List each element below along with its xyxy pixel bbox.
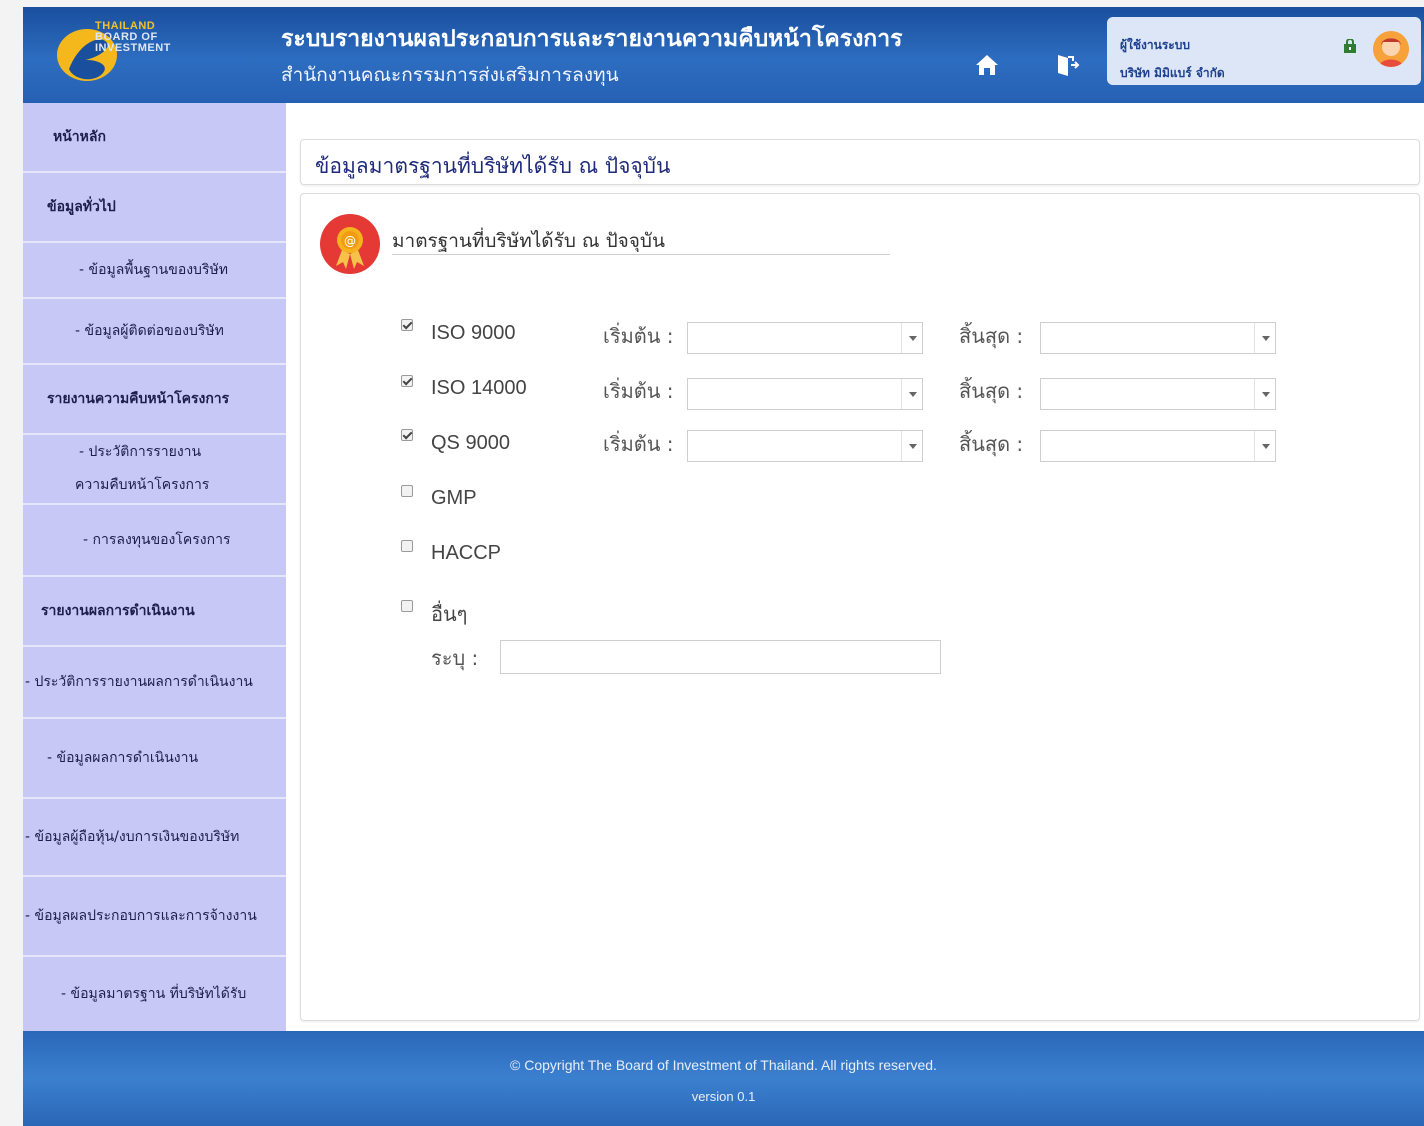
iso14000-checkbox[interactable] <box>401 375 413 387</box>
specify-input[interactable] <box>500 640 941 674</box>
sidebar-item-label: หน้าหลัก <box>53 129 106 145</box>
qs9000-end-select[interactable] <box>1040 430 1276 462</box>
section-title: มาตรฐานที่บริษัทได้รับ ณ ปัจจุบัน <box>392 230 665 252</box>
version-text: version 0.1 <box>691 1089 756 1104</box>
sidebar-item-label-line2: ความคืบหน้าโครงการ <box>75 477 210 493</box>
standards-panel: @ มาตรฐานที่บริษัทได้รับ ณ ปัจจุบัน ISO … <box>300 193 1420 1021</box>
sidebar-item-label: รายงานความคืบหน้าโครงการ <box>47 391 230 407</box>
qs9000-checkbox[interactable] <box>401 429 413 441</box>
chevron-down-icon <box>1254 379 1275 409</box>
chevron-down-icon <box>901 323 922 353</box>
sidebar-item-label: - การลงทุนของโครงการ <box>83 532 231 548</box>
sidebar-item-shareholders-financials[interactable]: - ข้อมูลผู้ถือหุ้น/งบการเงินของบริษัท <box>23 799 286 877</box>
page-title: ข้อมูลมาตรฐานที่บริษัทได้รับ ณ ปัจจุบัน <box>315 154 671 178</box>
sidebar-item-label: - ประวัติการรายงาน <box>79 444 202 460</box>
other-label: อื่นๆ <box>431 602 468 626</box>
haccp-checkbox[interactable] <box>401 540 413 552</box>
chevron-down-icon <box>901 431 922 461</box>
sidebar-item-general[interactable]: ข้อมูลทั่วไป <box>23 173 286 243</box>
other-checkbox[interactable] <box>401 600 413 612</box>
iso14000-start-select[interactable] <box>687 378 923 410</box>
sidebar-item-label: - ข้อมูลผลการดำเนินงาน <box>47 750 199 766</box>
sidebar-item-company-basic[interactable]: - ข้อมูลพื้นฐานของบริษัท <box>23 243 286 299</box>
sidebar-item-label: - ข้อมูลผู้ติดต่อของบริษัท <box>75 323 224 339</box>
qs9000-label: QS 9000 <box>431 432 510 454</box>
iso9000-start-select[interactable] <box>687 322 923 354</box>
home-icon[interactable] <box>973 51 1001 79</box>
iso14000-start-label: เริ่มต้น : <box>603 379 674 403</box>
lock-icon[interactable] <box>1343 39 1357 53</box>
sidebar-item-progress-report[interactable]: รายงานความคืบหน้าโครงการ <box>23 365 286 435</box>
sidebar-item-project-investment[interactable]: - การลงทุนของโครงการ <box>23 505 286 577</box>
logo-text: THAILAND BOARD OF INVESTMENT <box>95 21 171 54</box>
copyright-text: © Copyright The Board of Investment of T… <box>510 1057 937 1073</box>
iso9000-start-label: เริ่มต้น : <box>603 324 674 348</box>
sidebar-item-home[interactable]: หน้าหลัก <box>23 103 286 173</box>
gmp-checkbox[interactable] <box>401 485 413 497</box>
app-frame: THAILAND BOARD OF INVESTMENT ระบบรายงานผ… <box>23 7 1424 1126</box>
iso14000-end-label: สิ้นสุด : <box>959 379 1024 403</box>
sidebar-item-label: - ข้อมูลผลประกอบการและการจ้างงาน <box>25 908 257 924</box>
sidebar-item-label: - ข้อมูลผู้ถือหุ้น/งบการเงินของบริษัท <box>25 829 240 845</box>
sidebar-item-company-contact[interactable]: - ข้อมูลผู้ติดต่อของบริษัท <box>23 299 286 365</box>
header: THAILAND BOARD OF INVESTMENT ระบบรายงานผ… <box>23 7 1424 103</box>
footer: © Copyright The Board of Investment of T… <box>23 1031 1424 1126</box>
qs9000-end-label: สิ้นสุด : <box>959 432 1024 456</box>
chevron-down-icon <box>1254 323 1275 353</box>
user-role: ผู้ใช้งานระบบ <box>1120 38 1190 52</box>
iso14000-end-select[interactable] <box>1040 378 1276 410</box>
iso9000-checkbox[interactable] <box>401 319 413 331</box>
sidebar-item-label: - ข้อมูลมาตรฐาน ที่บริษัทได้รับ <box>61 986 247 1002</box>
logout-icon[interactable] <box>1053 51 1081 79</box>
chevron-down-icon <box>901 379 922 409</box>
section-divider <box>392 254 890 255</box>
iso14000-label: ISO 14000 <box>431 377 527 399</box>
user-company: บริษัท มิมิแบร์ จำกัด <box>1120 66 1225 80</box>
logo-line-3: INVESTMENT <box>95 42 171 54</box>
haccp-label: HACCP <box>431 542 502 564</box>
sidebar-item-label: รายงานผลการดำเนินงาน <box>41 603 195 619</box>
sidebar-item-label: - ข้อมูลพื้นฐานของบริษัท <box>79 262 228 278</box>
user-panel: ผู้ใช้งานระบบ บริษัท มิมิแบร์ จำกัด <box>1107 17 1421 85</box>
iso9000-end-select[interactable] <box>1040 322 1276 354</box>
app-title: ระบบรายงานผลประกอบการและรายงานความคืบหน้… <box>281 26 903 52</box>
sidebar-item-business-employment[interactable]: - ข้อมูลผลประกอบการและการจ้างงาน <box>23 877 286 957</box>
sidebar-item-standards[interactable]: - ข้อมูลมาตรฐาน ที่บริษัทได้รับ <box>23 957 286 1031</box>
specify-label: ระบุ : <box>431 646 479 670</box>
qs9000-start-label: เริ่มต้น : <box>603 432 674 456</box>
medal-icon: @ <box>320 214 380 274</box>
sidebar: หน้าหลัก ข้อมูลทั่วไป - ข้อมูลพื้นฐานของ… <box>23 103 286 1031</box>
sidebar-item-label: ข้อมูลทั่วไป <box>47 199 116 215</box>
chevron-down-icon <box>1254 431 1275 461</box>
sidebar-item-performance-data[interactable]: - ข้อมูลผลการดำเนินงาน <box>23 719 286 799</box>
sidebar-item-performance-history[interactable]: - ประวัติการรายงานผลการดำเนินงาน <box>23 647 286 719</box>
svg-text:@: @ <box>344 234 356 248</box>
qs9000-start-select[interactable] <box>687 430 923 462</box>
iso9000-label: ISO 9000 <box>431 322 516 344</box>
sidebar-item-performance-report[interactable]: รายงานผลการดำเนินงาน <box>23 577 286 647</box>
sidebar-item-label: - ประวัติการรายงานผลการดำเนินงาน <box>25 674 253 690</box>
page-title-bar: ข้อมูลมาตรฐานที่บริษัทได้รับ ณ ปัจจุบัน <box>300 139 1420 185</box>
gmp-label: GMP <box>431 487 477 509</box>
avatar[interactable] <box>1373 31 1409 67</box>
iso9000-end-label: สิ้นสุด : <box>959 324 1024 348</box>
app-subtitle: สำนักงานคณะกรรมการส่งเสริมการลงทุน <box>281 64 619 86</box>
sidebar-item-progress-history[interactable]: - ประวัติการรายงาน ความคืบหน้าโครงการ <box>23 435 286 505</box>
